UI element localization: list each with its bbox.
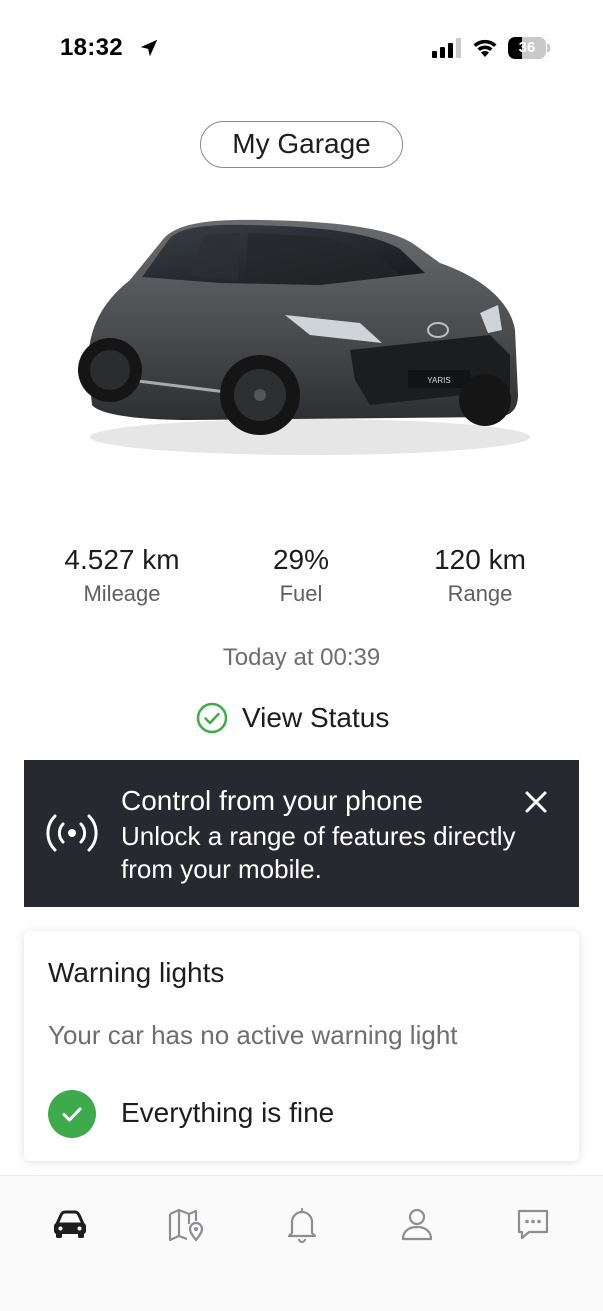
status-bar: 18:32 36 [0,0,603,96]
chat-icon[interactable] [513,1204,553,1244]
warning-lights-card[interactable]: Warning lights Your car has no active wa… [24,931,579,1161]
mileage-label: Mileage [83,581,161,606]
car-icon[interactable] [50,1204,90,1244]
mileage-value: 4.527 km [64,544,180,575]
bell-icon[interactable] [282,1204,322,1244]
status-everything-fine: Everything is fine [121,1097,335,1128]
bottom-nav [0,1175,603,1311]
check-circle-outline-icon [196,702,228,734]
cellular-signal-icon [432,38,461,58]
banner-title: Control from your phone [121,785,423,816]
warning-lights-title: Warning lights [48,957,225,988]
wifi-icon [473,39,497,57]
close-icon[interactable] [522,788,550,816]
location-arrow-icon [140,39,158,57]
view-status-link[interactable]: View Status [196,700,389,736]
map-pin-icon[interactable] [166,1204,206,1244]
last-updated: Today at 00:39 [222,644,381,671]
car-image: YARIS [78,219,530,455]
battery-level: 36 [518,39,536,56]
banner-text: Unlock a range of features directly from… [121,821,516,884]
my-garage-button[interactable]: My Garage [200,121,403,168]
view-status-label: View Status [242,702,390,733]
fuel-label: Fuel [279,581,323,606]
control-banner[interactable]: Control from your phone Unlock a range o… [24,760,579,907]
warning-lights-subtitle: Your car has no active warning light [48,1020,458,1050]
range-stat: 120 km Range [405,543,555,609]
battery-indicator: 36 [508,37,550,59]
car-badge: YARIS [427,376,450,385]
fuel-value: 29% [272,544,330,575]
user-icon[interactable] [397,1204,437,1244]
range-label: Range [447,581,513,606]
range-value: 120 km [434,544,526,575]
mileage-stat: 4.527 km Mileage [42,543,202,609]
check-circle-filled-icon [48,1090,96,1138]
fuel-stat: 29% Fuel [241,543,361,609]
status-time: 18:32 [60,34,123,61]
remote-signal-icon [46,814,98,852]
